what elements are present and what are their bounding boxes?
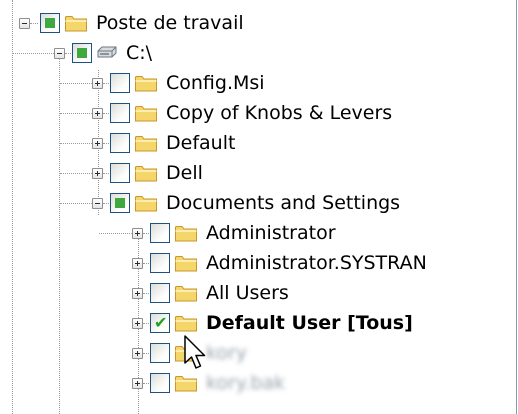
folder-icon [134, 133, 158, 153]
tree-item-kory[interactable]: kory [0, 337, 516, 367]
collapse-toggle[interactable] [54, 48, 65, 59]
folder-icon [134, 163, 158, 183]
tree-item-documents-and-settings[interactable]: Documents and Settings [0, 187, 516, 217]
folder-icon [174, 253, 198, 273]
expand-toggle[interactable] [92, 108, 103, 119]
expand-toggle[interactable] [92, 78, 103, 89]
tree-item-label: Copy of Knobs & Levers [166, 102, 393, 124]
tree-item-all-users[interactable]: All Users [0, 277, 516, 307]
expand-toggle[interactable] [92, 168, 103, 179]
expand-toggle[interactable] [132, 318, 143, 329]
tree-item-dell[interactable]: Dell [0, 157, 516, 187]
folder-tree-view[interactable]: Poste de travail C:\ Config.Msi Copy of … [0, 0, 517, 414]
tree-item-label: Dell [166, 162, 203, 184]
tree-item-label: Administrator.SYSTRAN [206, 252, 427, 274]
expand-toggle[interactable] [132, 288, 143, 299]
folder-icon [174, 373, 198, 393]
checkbox[interactable] [150, 283, 170, 303]
tree-item-default[interactable]: Default [0, 127, 516, 157]
checkbox[interactable] [150, 373, 170, 393]
tree-item-default-user[interactable]: ✔ Default User [Tous] [0, 307, 516, 337]
tree-item-label: Config.Msi [166, 72, 265, 94]
folder-icon [174, 223, 198, 243]
tree-item-label: All Users [206, 282, 289, 304]
tree-item-label: Documents and Settings [166, 192, 401, 214]
tree-item-label: kory [206, 342, 248, 364]
folder-icon [134, 103, 158, 123]
tristate-checkbox[interactable] [72, 43, 92, 63]
checkbox[interactable] [150, 223, 170, 243]
tristate-checkbox[interactable] [110, 193, 130, 213]
checkbox[interactable] [110, 103, 130, 123]
tree-item-kory-bak[interactable]: kory.bak [0, 367, 516, 397]
folder-icon [174, 313, 198, 333]
tree-item-label: Administrator [206, 222, 336, 244]
folder-icon [64, 13, 88, 33]
tree-item-poste-de-travail[interactable]: Poste de travail [0, 7, 516, 37]
checkbox[interactable] [110, 163, 130, 183]
expand-toggle[interactable] [92, 138, 103, 149]
checkbox[interactable] [150, 253, 170, 273]
checked-checkbox[interactable]: ✔ [150, 313, 170, 333]
collapse-toggle[interactable] [92, 198, 103, 209]
tree-item-label: C:\ [126, 42, 153, 64]
checkmark-icon: ✔ [154, 313, 168, 332]
tree-item-config-msi[interactable]: Config.Msi [0, 67, 516, 97]
folder-icon [134, 193, 158, 213]
expand-toggle[interactable] [132, 228, 143, 239]
expand-toggle[interactable] [132, 378, 143, 389]
tree-item-label: Default User [Tous] [206, 312, 413, 334]
folder-icon [174, 283, 198, 303]
folder-icon [134, 73, 158, 93]
tristate-checkbox[interactable] [40, 13, 60, 33]
checkbox[interactable] [150, 343, 170, 363]
collapse-toggle[interactable] [19, 18, 30, 29]
checkbox[interactable] [110, 73, 130, 93]
tree-item-administrator[interactable]: Administrator [0, 217, 516, 247]
tree-item-label: kory.bak [206, 372, 286, 394]
expand-toggle[interactable] [132, 258, 143, 269]
expand-toggle[interactable] [132, 348, 143, 359]
tree-item-label: Poste de travail [96, 12, 244, 34]
tree-item-administrator-systran[interactable]: Administrator.SYSTRAN [0, 247, 516, 277]
mouse-pointer-icon [184, 335, 206, 369]
drive-icon [96, 45, 118, 61]
tree-item-drive-c[interactable]: C:\ [0, 37, 516, 67]
checkbox[interactable] [110, 133, 130, 153]
tree-item-label: Default [166, 132, 236, 154]
tree-item-copy-of-knobs-levers[interactable]: Copy of Knobs & Levers [0, 97, 516, 127]
